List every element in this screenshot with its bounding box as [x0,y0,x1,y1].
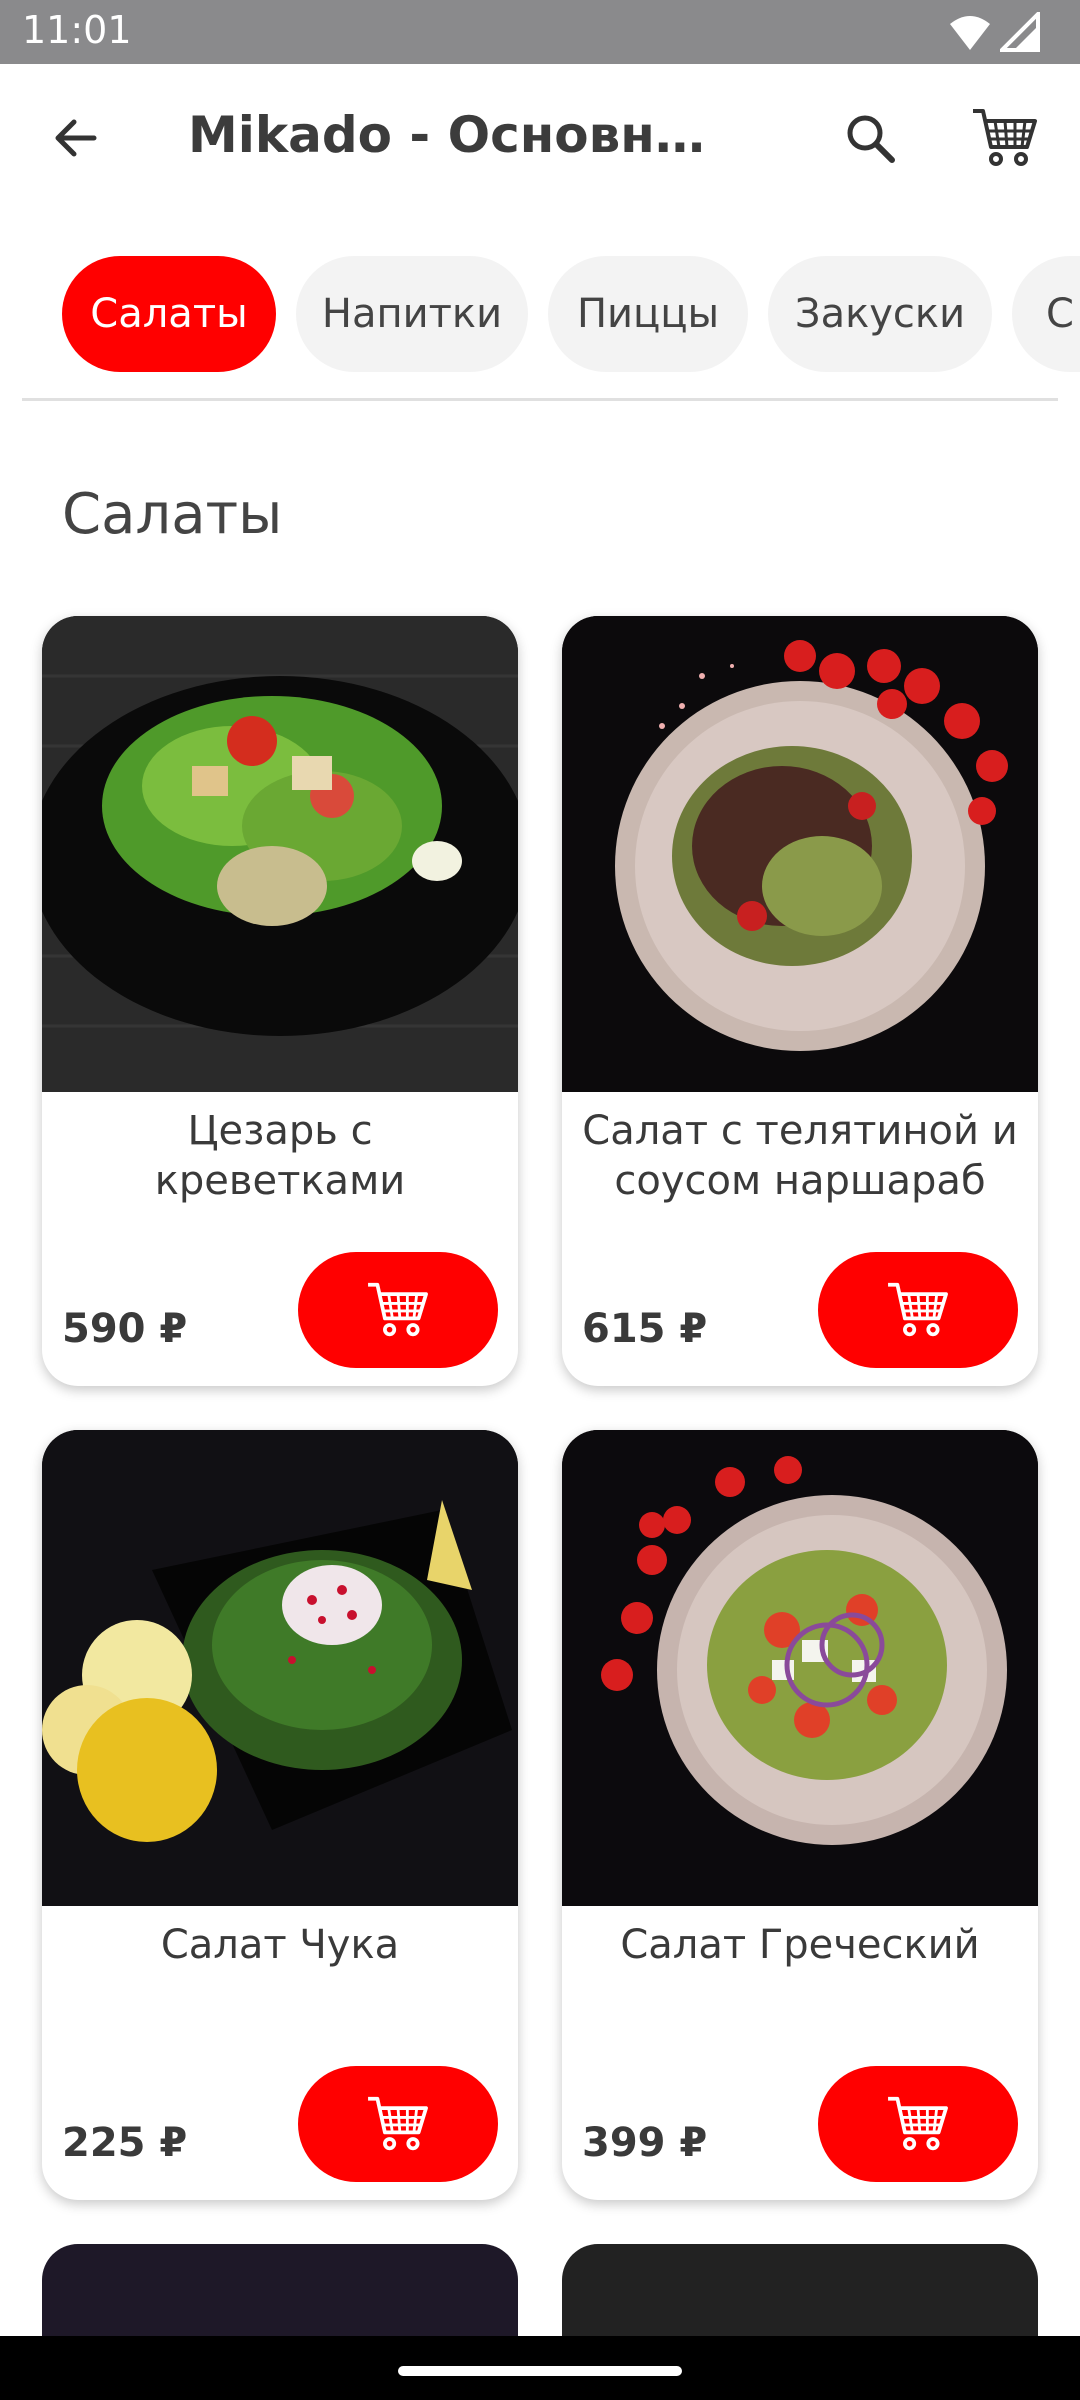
status-bar: 11:01 [0,0,1080,64]
category-tabs: Салаты Напитки Пиццы Закуски С [0,254,1080,374]
cart-button[interactable] [960,100,1050,176]
product-card[interactable]: Салат с телятиной и соусом наршараб 615 … [562,616,1038,1386]
product-name: Салат Чука [160,1922,400,1968]
product-card[interactable] [562,2244,1038,2336]
product-image [562,616,1038,1092]
product-card[interactable] [42,2244,518,2336]
product-price: 399 ₽ [582,2120,708,2166]
wifi-icon [950,16,990,50]
tab-salads[interactable]: Салаты [62,256,276,372]
product-card[interactable]: Цезарь с креветками 590 ₽ [42,616,518,1386]
product-name: Салат Греческий [620,1922,980,1968]
status-time: 11:01 [22,8,132,52]
add-to-cart-button[interactable] [298,2066,498,2182]
section-title: Салаты [62,482,283,547]
add-to-cart-button[interactable] [818,2066,1018,2182]
tab-more[interactable]: С [1012,256,1080,372]
search-button[interactable] [830,102,910,174]
product-card[interactable]: Салат Греческий 399 ₽ [562,1430,1038,2200]
page-title: Mikado - Основной… [188,106,708,164]
product-price: 225 ₽ [62,2120,188,2166]
cart-icon [888,1282,948,1337]
product-price: 615 ₽ [582,1306,708,1352]
product-price: 590 ₽ [62,1306,188,1352]
cart-icon [368,2096,428,2151]
status-icons [948,12,1040,52]
cart-icon [973,109,1037,166]
system-nav-bar [0,2336,1080,2400]
app-bar: Mikado - Основной… [0,64,1080,212]
add-to-cart-button[interactable] [818,1252,1018,1368]
product-image [562,1430,1038,1906]
product-image [42,616,518,1092]
home-gesture-handle[interactable] [398,2366,682,2376]
cart-icon [888,2096,948,2151]
product-image [42,1430,518,1906]
arrow-left-icon [55,119,97,157]
tab-pizzas[interactable]: Пиццы [548,256,748,372]
cart-icon [368,1282,428,1337]
product-name: Цезарь с креветками [154,1108,406,1204]
signal-icon [1000,12,1040,52]
add-to-cart-button[interactable] [298,1252,498,1368]
tabs-divider [22,398,1058,401]
back-button[interactable] [40,102,112,174]
search-icon [847,115,895,163]
product-card[interactable]: Салат Чука 225 ₽ [42,1430,518,2200]
tab-snacks[interactable]: Закуски [768,256,992,372]
product-name: Салат с телятиной и соусом наршараб [582,1108,1018,1204]
tab-drinks[interactable]: Напитки [296,256,528,372]
